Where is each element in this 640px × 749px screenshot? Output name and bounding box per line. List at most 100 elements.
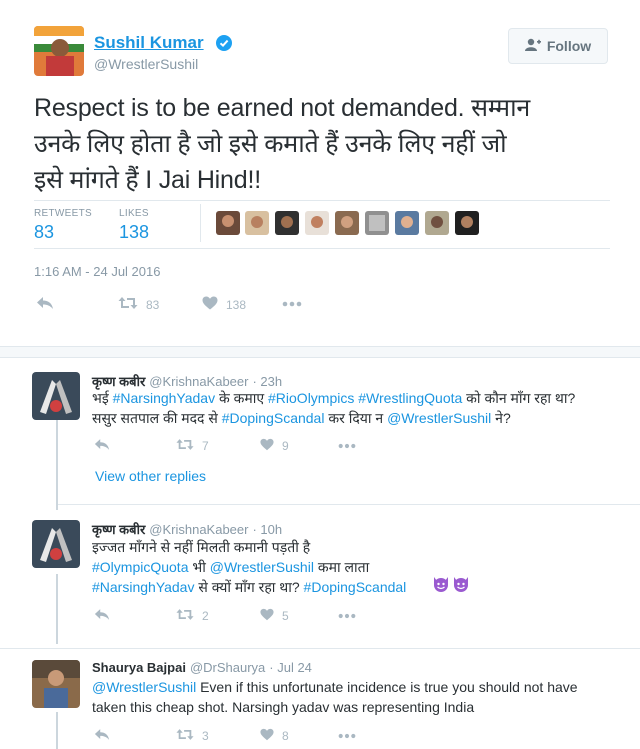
mention-link[interactable]: @WrestlerSushil: [92, 679, 196, 695]
retweet-icon: [176, 438, 194, 454]
retweet-icon: [176, 608, 194, 624]
follow-button[interactable]: Follow: [508, 28, 608, 64]
hashtag-link[interactable]: #NarsinghYadav: [92, 579, 194, 595]
retweet-icon: [118, 296, 138, 313]
reply-text: @WrestlerSushil Even if this unfortunate…: [92, 677, 632, 717]
reply-text-line: इज्जत माँगने से नहीं मिलती कमानी पड़ती ह…: [92, 537, 632, 557]
retweet-button[interactable]: 3: [176, 728, 209, 744]
more-icon: [282, 296, 302, 310]
hashtag-link[interactable]: #RioOlympics: [268, 390, 354, 406]
reply-button[interactable]: [36, 296, 54, 313]
verified-icon: [216, 35, 232, 51]
retweet-button[interactable]: 2: [176, 608, 209, 624]
like-button[interactable]: 9: [260, 438, 289, 454]
like-count: 9: [282, 439, 289, 453]
view-other-replies-link[interactable]: View other replies: [95, 468, 206, 484]
reply-text-line: #NarsinghYadav से क्यों माँग रहा था? #Do…: [92, 577, 632, 597]
hashtag-link[interactable]: #OlympicQuota: [92, 559, 188, 575]
liker-avatar[interactable]: [335, 211, 359, 235]
reply-time[interactable]: · 23h: [252, 374, 282, 389]
retweet-button[interactable]: 83: [118, 296, 159, 313]
reply-time[interactable]: · 10h: [252, 522, 282, 537]
reply-header: Shaurya Bajpai @DrShaurya · Jul 24: [92, 660, 312, 675]
more-button[interactable]: [338, 608, 356, 622]
reply-author-handle[interactable]: @KrishnaKabeer: [149, 522, 248, 537]
author-handle[interactable]: @WrestlerSushil: [94, 56, 198, 72]
author-avatar[interactable]: [34, 26, 84, 76]
reply-icon: [94, 438, 110, 454]
like-button[interactable]: 138: [202, 296, 246, 313]
reply-divider: [58, 504, 640, 505]
retweet-count: 7: [202, 439, 209, 453]
reply-button[interactable]: [94, 438, 110, 454]
like-count: 8: [282, 729, 289, 743]
stats-top-divider: [34, 200, 610, 201]
follow-user-icon: [524, 38, 541, 55]
liker-avatar[interactable]: [365, 211, 389, 235]
reply-text-segment: के कमाए: [215, 390, 269, 406]
more-icon: [338, 728, 356, 742]
reply-text-segment: को कौन माँग रहा था?: [462, 390, 576, 406]
reply-text-segment: कर दिया न: [324, 410, 388, 426]
reply-icon: [94, 608, 110, 624]
reply-author-name[interactable]: Shaurya Bajpai: [92, 660, 186, 675]
more-button[interactable]: [338, 438, 356, 452]
mention-link[interactable]: @WrestlerSushil: [387, 410, 491, 426]
likes-count[interactable]: 138: [119, 222, 149, 243]
reply-text-line: #OlympicQuota भी @WrestlerSushil कमा लात…: [92, 557, 632, 577]
tweet-timestamp[interactable]: 1:16 AM - 24 Jul 2016: [34, 264, 160, 279]
retweet-button[interactable]: 7: [176, 438, 209, 454]
like-icon: [202, 296, 218, 313]
retweet-icon: [176, 728, 194, 744]
hashtag-link[interactable]: #NarsinghYadav: [113, 390, 215, 406]
hashtag-link[interactable]: #DopingScandal: [222, 410, 325, 426]
reply-icon: [94, 728, 110, 744]
liker-avatar[interactable]: [455, 211, 479, 235]
liker-avatar[interactable]: [425, 211, 449, 235]
reply-author-name[interactable]: कृष्ण कबीर: [92, 520, 145, 538]
author-name[interactable]: Sushil Kumar: [94, 33, 204, 53]
reply-text: भई #NarsinghYadav के कमाए #RioOlympics #…: [92, 388, 632, 428]
retweets-count[interactable]: 83: [34, 222, 54, 243]
liker-avatar[interactable]: [395, 211, 419, 235]
reply-time[interactable]: · Jul 24: [269, 660, 312, 675]
reply-button[interactable]: [94, 608, 110, 624]
reply-text-segment: Even if this unfortunate incidence is tr…: [196, 679, 578, 695]
reply-avatar[interactable]: [32, 520, 80, 568]
hashtag-link[interactable]: #WrestlingQuota: [358, 390, 462, 406]
devil-emoji-icon: [452, 575, 470, 598]
follow-label: Follow: [546, 38, 592, 54]
liker-avatar[interactable]: [275, 211, 299, 235]
like-icon: [260, 728, 274, 744]
like-button[interactable]: 5: [260, 608, 289, 624]
liker-avatar[interactable]: [305, 211, 329, 235]
reply-author-handle[interactable]: @KrishnaKabeer: [149, 374, 248, 389]
like-button[interactable]: 8: [260, 728, 289, 744]
thread-line: [56, 574, 58, 644]
retweet-count: 83: [146, 297, 160, 312]
reply-text-segment: कमा लाता: [313, 559, 370, 575]
like-icon: [260, 438, 274, 454]
reply-text: इज्जत माँगने से नहीं मिलती कमानी पड़ती ह…: [92, 537, 632, 597]
more-button[interactable]: [282, 296, 302, 310]
hashtag-link[interactable]: #DopingScandal: [304, 579, 407, 595]
mention-link[interactable]: @WrestlerSushil: [210, 559, 314, 575]
tweet-text: Respect is to be earned not demanded. सम…: [34, 90, 624, 198]
reply-text-segment: ससुर सतपाल की मदद से: [92, 410, 222, 426]
more-button[interactable]: [338, 728, 356, 742]
tweet-text-line: इसे मांगते हैं I Jai Hind!!: [34, 166, 261, 194]
reply-divider: [0, 648, 640, 649]
liker-avatar[interactable]: [216, 211, 240, 235]
reply-text-line: भई #NarsinghYadav के कमाए #RioOlympics #…: [92, 388, 632, 408]
thread-line: [56, 420, 58, 510]
more-icon: [338, 438, 356, 452]
reply-button[interactable]: [94, 728, 110, 744]
reply-avatar[interactable]: [32, 372, 80, 420]
retweet-count: 2: [202, 609, 209, 623]
reply-avatar[interactable]: [32, 660, 80, 708]
liker-avatar[interactable]: [245, 211, 269, 235]
stats-divider: [200, 204, 201, 242]
thread-line: [56, 712, 58, 749]
section-separator: [0, 346, 640, 358]
reply-author-handle[interactable]: @DrShaurya: [190, 660, 265, 675]
